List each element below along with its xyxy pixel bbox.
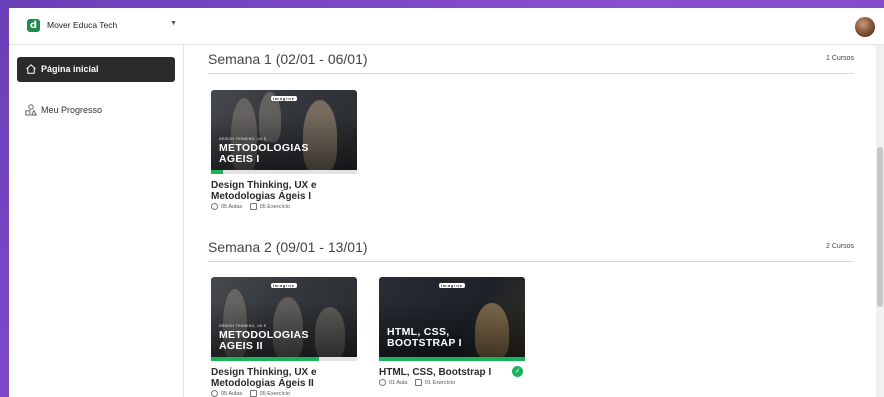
org-logo-icon[interactable]: d <box>27 19 40 32</box>
course-progress-bar <box>211 357 357 361</box>
play-icon <box>379 379 386 386</box>
app-window: d Mover Educa Tech ▼ Página inicial Meu … <box>9 8 884 397</box>
week-section: Semana 2 (09/01 - 13/01) 2 Cursos Imagin… <box>208 239 854 397</box>
course-thumb-title: BOOTSTRAP I <box>387 337 462 349</box>
week-title: Semana 1 (02/01 - 06/01) <box>208 51 368 67</box>
top-bar: d Mover Educa Tech ▼ <box>9 8 884 45</box>
play-icon <box>211 390 218 397</box>
week-course-count: 1 Cursos <box>825 55 854 62</box>
course-meta: 01 Aula 01 Exercício <box>379 379 455 386</box>
course-brand: Imagine <box>438 283 466 288</box>
document-icon <box>249 390 257 397</box>
course-brand: Imagine <box>270 283 298 288</box>
sidebar-item-label: Meu Progresso <box>41 105 103 115</box>
course-thumbnail[interactable]: Imagine HTML, CSS, BOOTSTRAP I <box>379 277 525 359</box>
document-icon <box>414 379 422 386</box>
home-icon <box>26 64 36 74</box>
course-progress-fill <box>379 357 525 361</box>
course-title[interactable]: Metodologias Ágeis I <box>211 191 357 202</box>
course-kicker: DESIGN THINKING, UX E <box>219 137 267 141</box>
sidebar-item-home[interactable]: Página inicial <box>17 57 175 82</box>
course-thumb-title: HTML, CSS, <box>387 326 450 338</box>
vertical-scrollbar[interactable] <box>876 45 884 397</box>
completed-check-icon: ✓ <box>512 366 523 377</box>
course-thumb-title: AGEIS II <box>219 340 263 352</box>
sidebar-item-label: Página inicial <box>41 64 99 74</box>
course-thumbnail[interactable]: Imagine DESIGN THINKING, UX E METODOLOGI… <box>211 277 357 359</box>
course-title[interactable]: HTML, CSS, Bootstrap I <box>379 367 525 378</box>
course-progress-fill <box>211 170 223 174</box>
course-thumbnail[interactable]: Imagine DESIGN THINKING, UX E METODOLOGI… <box>211 90 357 172</box>
org-switcher-label[interactable]: Mover Educa Tech <box>47 20 117 30</box>
main-content[interactable]: Semana 1 (02/01 - 06/01) 1 Cursos Imagin… <box>185 45 872 397</box>
course-title[interactable]: Design Thinking, UX e <box>211 180 357 191</box>
course-meta: 05 Aulas 05 Exercício <box>211 390 290 397</box>
course-progress-bar <box>211 170 357 174</box>
course-brand: Imagine <box>270 96 298 101</box>
course-progress-fill <box>211 357 320 361</box>
chevron-down-icon[interactable]: ▼ <box>170 20 177 27</box>
progress-shapes-icon <box>25 104 37 116</box>
course-title[interactable]: Design Thinking, UX e <box>211 367 357 378</box>
scrollbar-thumb[interactable] <box>877 147 883 307</box>
course-title[interactable]: Metodologias Ágeis II <box>211 378 357 389</box>
course-thumb-title: AGEIS I <box>219 153 260 165</box>
course-thumb-title: METODOLOGIAS <box>219 329 309 341</box>
sidebar: Página inicial Meu Progresso <box>9 45 184 397</box>
week-title: Semana 2 (09/01 - 13/01) <box>208 239 368 255</box>
week-course-count: 2 Cursos <box>825 243 854 250</box>
divider <box>208 261 854 262</box>
user-avatar[interactable] <box>855 17 875 37</box>
course-card[interactable]: Imagine DESIGN THINKING, UX E METODOLOGI… <box>211 90 357 210</box>
sidebar-item-progress[interactable]: Meu Progresso <box>17 98 175 123</box>
divider <box>208 73 854 74</box>
course-progress-bar <box>379 357 525 361</box>
course-card[interactable]: Imagine HTML, CSS, BOOTSTRAP I HTML, CSS… <box>379 277 525 397</box>
play-icon <box>211 203 218 210</box>
week-section: Semana 1 (02/01 - 06/01) 1 Cursos Imagin… <box>208 51 854 211</box>
course-meta: 05 Aulas 05 Exercício <box>211 203 290 210</box>
course-card[interactable]: Imagine DESIGN THINKING, UX E METODOLOGI… <box>211 277 357 397</box>
document-icon <box>249 203 257 210</box>
course-kicker: DESIGN THINKING, UX E <box>219 324 267 328</box>
course-thumb-title: METODOLOGIAS <box>219 142 309 154</box>
